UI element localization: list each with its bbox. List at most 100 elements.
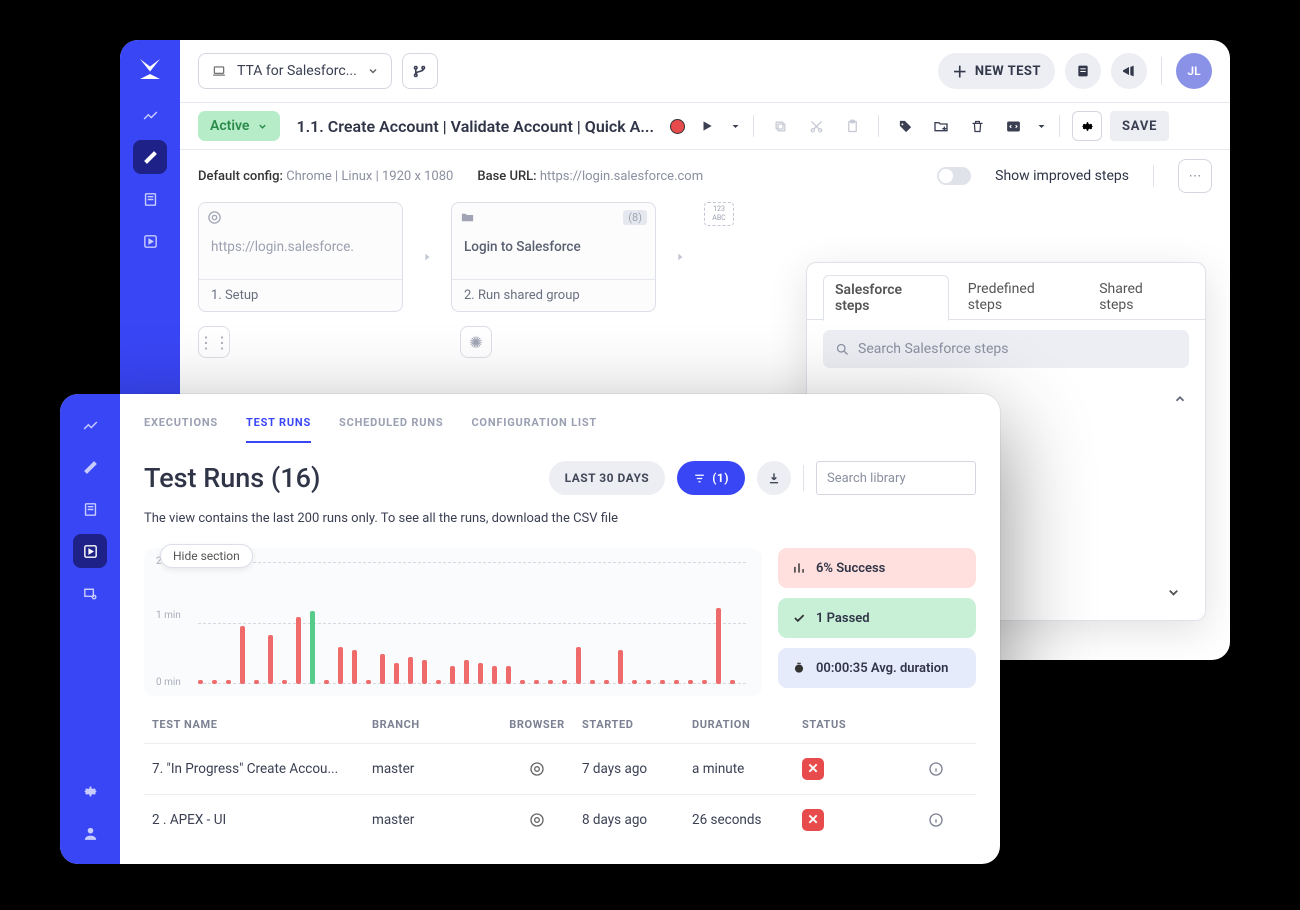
stat-duration: 00:00:35 Avg. duration <box>778 648 976 688</box>
clipboard-badge: (8) <box>623 210 647 225</box>
project-selector[interactable]: TTA for Salesforc... <box>198 53 392 89</box>
chart-bar <box>478 663 483 684</box>
chart-bar <box>366 680 371 684</box>
chart-bar <box>506 666 511 684</box>
doc-icon <box>1075 63 1091 79</box>
improved-steps-toggle[interactable] <box>937 167 971 185</box>
tab-executions[interactable]: EXECUTIONS <box>144 416 218 443</box>
tab-config-list[interactable]: CONFIGURATION LIST <box>471 416 597 443</box>
paste-button[interactable] <box>838 112 866 140</box>
tab-salesforce-steps[interactable]: Salesforce steps <box>823 275 949 321</box>
info-icon[interactable] <box>928 761 944 777</box>
chart-bar <box>548 680 553 684</box>
nav-user[interactable] <box>73 816 107 850</box>
chart-bar <box>394 663 399 684</box>
info-icon[interactable] <box>928 812 944 828</box>
chart-bar <box>520 680 525 684</box>
record-icon[interactable] <box>670 119 685 134</box>
chart-bar <box>352 650 357 684</box>
code-icon <box>1005 118 1022 135</box>
chart-bar <box>576 647 581 684</box>
chevron-down-icon <box>367 65 379 77</box>
branch-icon <box>412 64 427 79</box>
announce-button[interactable] <box>1111 53 1147 89</box>
chart-bar <box>422 660 427 684</box>
chart-bar <box>240 626 245 684</box>
nav-runs[interactable] <box>73 534 107 568</box>
tag-icon <box>898 119 913 134</box>
chrome-icon <box>529 761 545 777</box>
chart-bar <box>604 680 609 684</box>
stat-success: 6% Success <box>778 548 976 588</box>
step-card[interactable]: https://login.salesforce. 1. Setup <box>198 202 403 312</box>
panel-search[interactable]: Search Salesforce steps <box>823 330 1189 368</box>
copy-button[interactable] <box>766 112 794 140</box>
nav-config[interactable] <box>73 576 107 610</box>
table-row[interactable]: 7. "In Progress" Create Accou...master7 … <box>144 743 976 794</box>
chart-bar <box>226 680 231 684</box>
date-range-chip[interactable]: LAST 30 DAYS <box>549 461 666 495</box>
trash-icon <box>970 119 985 134</box>
sidebar <box>60 394 120 864</box>
step-card[interactable]: (8) Login to Salesforce 2. Run shared gr… <box>451 202 656 312</box>
panel-expand[interactable] <box>1159 578 1187 606</box>
download-button[interactable] <box>757 461 791 495</box>
toolbar: Active 1.1. Create Account | Validate Ac… <box>180 102 1230 150</box>
nav-runs[interactable] <box>133 224 167 258</box>
chart-bar <box>282 680 287 684</box>
cut-button[interactable] <box>802 112 830 140</box>
tab-predefined-steps[interactable]: Predefined steps <box>957 275 1080 320</box>
sun-step[interactable]: ✺ <box>460 326 492 358</box>
laptop-icon <box>211 64 227 78</box>
filter-chip[interactable]: (1) <box>677 461 745 495</box>
status-dropdown[interactable]: Active <box>198 111 280 141</box>
text-step-placeholder[interactable]: 123ABC <box>704 202 734 226</box>
chart-bar <box>296 617 301 684</box>
table-row[interactable]: 2 . APEX - UImaster8 days ago26 seconds✕ <box>144 794 976 845</box>
stat-passed: 1 Passed <box>778 598 976 638</box>
chrome-icon <box>207 210 222 225</box>
add-folder-button[interactable] <box>927 112 955 140</box>
config-row: Default config: Chrome | Linux | 1920 x … <box>180 150 1230 202</box>
library-search[interactable]: Search library <box>816 461 976 495</box>
docs-button[interactable] <box>1065 53 1101 89</box>
user-avatar[interactable]: JL <box>1176 53 1212 89</box>
nav-dashboard[interactable] <box>133 98 167 132</box>
chart-bar <box>618 650 623 684</box>
filter-icon <box>693 472 706 485</box>
new-test-button[interactable]: ＋NEW TEST <box>938 53 1055 89</box>
nav-editor[interactable] <box>133 140 167 174</box>
drag-step[interactable]: ⋮⋮ <box>198 326 230 358</box>
search-icon <box>835 342 850 357</box>
run-stats: 6% Success 1 Passed 00:00:35 Avg. durati… <box>778 548 976 696</box>
tab-shared-steps[interactable]: Shared steps <box>1088 275 1189 320</box>
play-options[interactable] <box>729 112 741 140</box>
nav-docs[interactable] <box>133 182 167 216</box>
megaphone-icon <box>1121 63 1137 79</box>
runs-tabs: EXECUTIONS TEST RUNS SCHEDULED RUNS CONF… <box>144 416 976 443</box>
save-button[interactable]: SAVE <box>1110 111 1169 141</box>
paste-icon <box>845 119 860 134</box>
nav-dashboard[interactable] <box>73 408 107 442</box>
page-heading: Test Runs (16) <box>144 462 320 494</box>
tab-test-runs[interactable]: TEST RUNS <box>246 416 311 443</box>
more-options[interactable]: ⋯ <box>1178 159 1212 193</box>
nav-editor[interactable] <box>73 450 107 484</box>
nav-settings[interactable] <box>73 774 107 808</box>
tab-scheduled-runs[interactable]: SCHEDULED RUNS <box>339 416 443 443</box>
code-options[interactable] <box>1035 112 1047 140</box>
delete-button[interactable] <box>963 112 991 140</box>
caret-down-icon <box>1037 122 1046 131</box>
chart-bar <box>464 660 469 684</box>
caret-down-icon <box>731 122 740 131</box>
runs-window: EXECUTIONS TEST RUNS SCHEDULED RUNS CONF… <box>60 394 1000 864</box>
code-button[interactable] <box>999 112 1027 140</box>
hide-section-tooltip[interactable]: Hide section <box>160 544 253 568</box>
settings-button[interactable] <box>1072 111 1102 141</box>
chart-bar <box>702 680 707 684</box>
status-fail-badge: ✕ <box>802 809 824 831</box>
nav-docs[interactable] <box>73 492 107 526</box>
branch-button[interactable] <box>402 53 438 89</box>
play-button[interactable] <box>693 112 721 140</box>
tag-button[interactable] <box>891 112 919 140</box>
